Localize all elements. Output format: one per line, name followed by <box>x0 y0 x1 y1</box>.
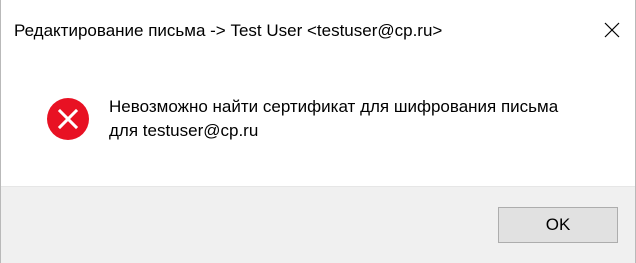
ok-button[interactable]: OK <box>498 207 618 243</box>
message-dialog: Редактирование письма -> Test User <test… <box>0 0 636 263</box>
title-bar: Редактирование письма -> Test User <test… <box>1 0 635 60</box>
error-message-line-2: для testuser@cp.ru <box>109 121 259 140</box>
window-title: Редактирование письма -> Test User <test… <box>14 21 443 40</box>
dialog-content: Невозможно найти сертификат для шифрован… <box>1 60 635 186</box>
close-button[interactable] <box>589 0 635 60</box>
close-icon <box>604 22 620 38</box>
error-message-line-1: Невозможно найти сертификат для шифрован… <box>109 97 559 116</box>
error-message: Невозможно найти сертификат для шифрован… <box>109 95 558 143</box>
error-icon <box>47 98 89 140</box>
button-bar: OK <box>1 186 635 263</box>
